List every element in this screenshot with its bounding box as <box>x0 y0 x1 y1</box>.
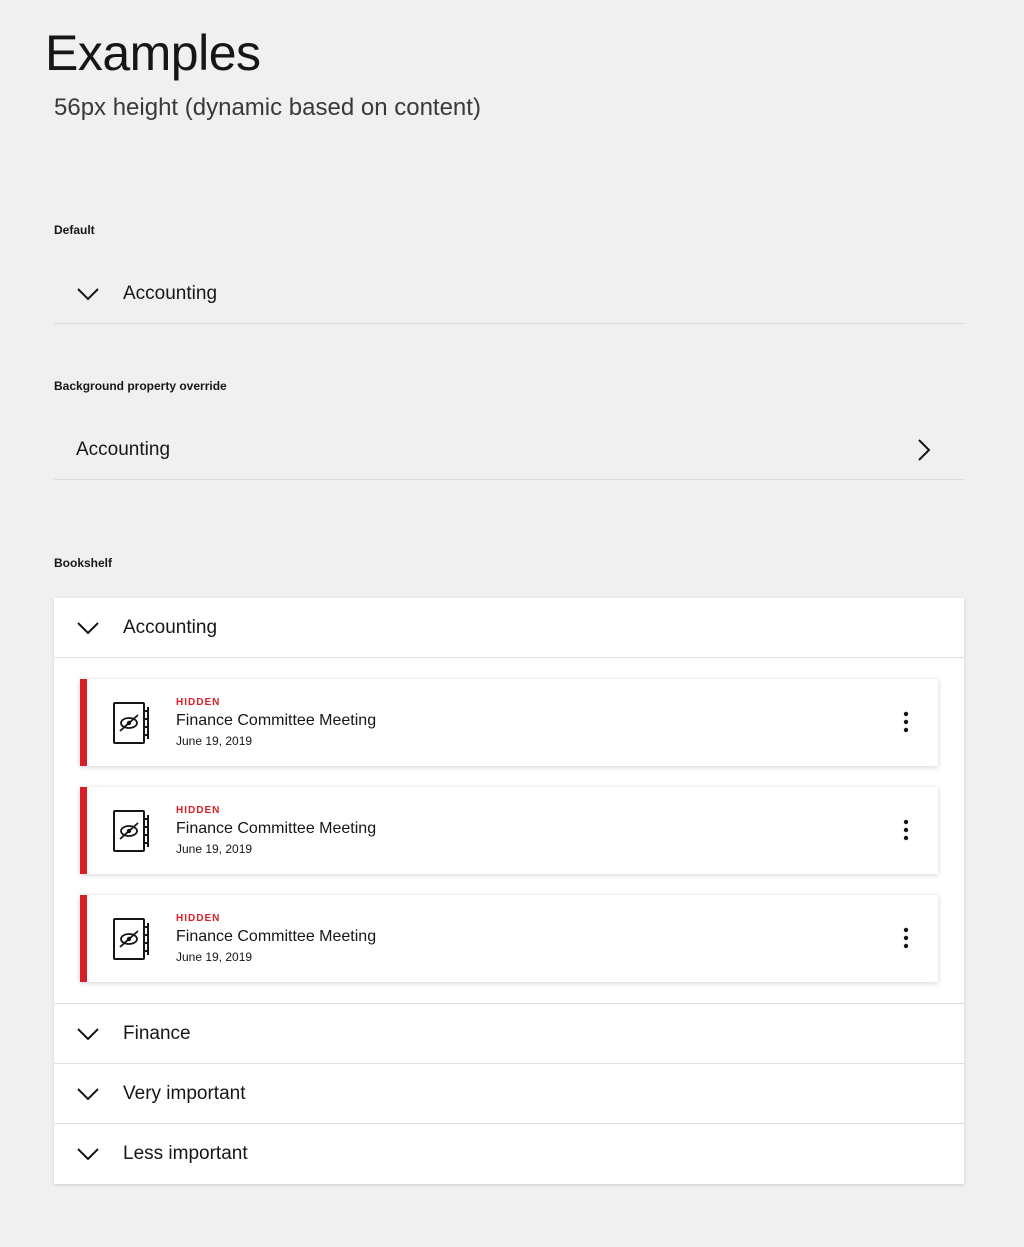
overflow-menu-icon[interactable] <box>894 923 918 953</box>
accordion-row-override[interactable]: Accounting <box>54 420 964 480</box>
accordion-label: Accounting <box>76 438 171 460</box>
chevron-down-icon <box>70 276 106 312</box>
section-label-override: Background property override <box>54 379 227 393</box>
chevron-down-icon <box>70 610 106 646</box>
overflow-menu-icon[interactable] <box>894 707 918 737</box>
accordion-label: Less important <box>123 1143 248 1164</box>
document-card[interactable]: HIDDEN Finance Committee Meeting June 19… <box>80 787 938 874</box>
page-title: Examples <box>45 25 261 81</box>
document-card[interactable]: HIDDEN Finance Committee Meeting June 19… <box>80 679 938 766</box>
card-date: June 19, 2019 <box>176 734 253 748</box>
bookshelf-row-less-important[interactable]: Less important <box>54 1124 964 1184</box>
bookshelf-row-finance[interactable]: Finance <box>54 1004 964 1064</box>
card-title: Finance Committee Meeting <box>176 928 377 945</box>
card-title: Finance Committee Meeting <box>176 820 377 837</box>
accordion-row-default[interactable]: Accounting <box>54 264 964 324</box>
accordion-label: Accounting <box>123 282 218 304</box>
overflow-menu-icon[interactable] <box>894 815 918 845</box>
bookshelf-accordion: Accounting HIDDEN Finance Committee Meet… <box>54 598 964 1184</box>
card-title: Finance Committee Meeting <box>176 712 377 729</box>
card-date: June 19, 2019 <box>176 842 253 856</box>
document-card[interactable]: HIDDEN Finance Committee Meeting June 19… <box>80 895 938 982</box>
notebook-hidden-icon <box>113 809 149 852</box>
bookshelf-row-accounting[interactable]: Accounting <box>54 598 964 658</box>
status-badge: HIDDEN <box>176 913 221 924</box>
accordion-label: Accounting <box>123 616 218 638</box>
card-date: June 19, 2019 <box>176 950 253 964</box>
chevron-right-icon <box>906 432 942 468</box>
chevron-down-icon <box>70 1076 106 1112</box>
bookshelf-row-very-important[interactable]: Very important <box>54 1064 964 1124</box>
status-badge: HIDDEN <box>176 697 221 708</box>
notebook-hidden-icon <box>113 701 149 744</box>
chevron-down-icon <box>70 1136 106 1172</box>
accordion-label: Finance <box>123 1022 191 1044</box>
section-label-default: Default <box>54 223 95 237</box>
chevron-down-icon <box>70 1016 106 1052</box>
section-label-bookshelf: Bookshelf <box>54 556 113 570</box>
page-subtitle: 56px height (dynamic based on content) <box>54 94 481 121</box>
bookshelf-panel: HIDDEN Finance Committee Meeting June 19… <box>54 658 964 1004</box>
accordion-label: Very important <box>123 1082 246 1104</box>
status-badge: HIDDEN <box>176 805 221 816</box>
notebook-hidden-icon <box>113 917 149 960</box>
